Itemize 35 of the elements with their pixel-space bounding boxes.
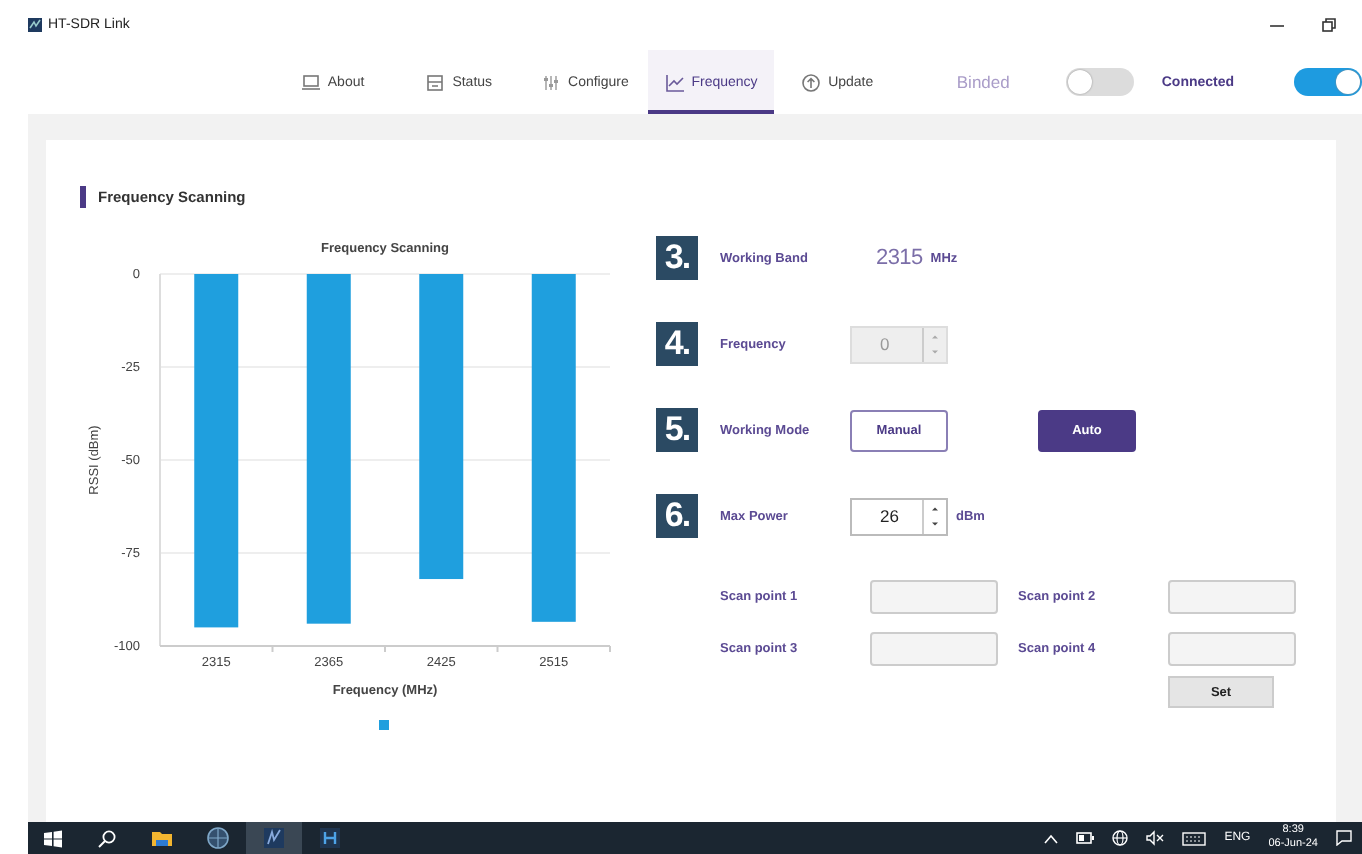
accent-bar (80, 186, 86, 208)
upload-icon (802, 73, 821, 91)
signal-app-icon (262, 826, 286, 850)
chart-icon (665, 73, 684, 91)
folder-icon (150, 826, 174, 850)
step-number: 3. (656, 236, 698, 280)
h-app-icon (318, 826, 342, 850)
status-label: Binded (956, 72, 1010, 92)
toggle-switch[interactable] (1065, 68, 1134, 96)
scan-point-field[interactable] (870, 632, 998, 666)
restore-icon (1322, 18, 1336, 32)
taskbar-app[interactable] (246, 822, 302, 854)
start-icon (44, 829, 62, 847)
band-value: 2315 (876, 246, 923, 270)
step-number: 5. (656, 408, 698, 452)
step-number: 4. (656, 322, 698, 366)
keyboard-icon (1182, 831, 1207, 845)
globe-icon (206, 826, 230, 850)
battery-icon (1076, 832, 1095, 844)
globe-icon (1112, 830, 1129, 846)
scan-point-field[interactable] (1168, 632, 1296, 666)
step-number: 6. (656, 494, 698, 538)
panel-icon (426, 73, 445, 91)
speaker-muted-icon (1146, 830, 1165, 846)
notification-icon (1336, 830, 1352, 846)
legend-swatch (379, 720, 389, 730)
laptop-icon (301, 73, 320, 91)
scan-point-field[interactable] (870, 580, 998, 614)
chevron-up-icon (1044, 833, 1059, 843)
sliders-icon (542, 73, 561, 91)
number-field[interactable]: 26 (850, 497, 948, 535)
scan-point-field[interactable] (1168, 580, 1296, 614)
toggle-switch[interactable] (1294, 68, 1362, 96)
app-logo-icon (28, 18, 42, 32)
search-icon (97, 829, 115, 847)
